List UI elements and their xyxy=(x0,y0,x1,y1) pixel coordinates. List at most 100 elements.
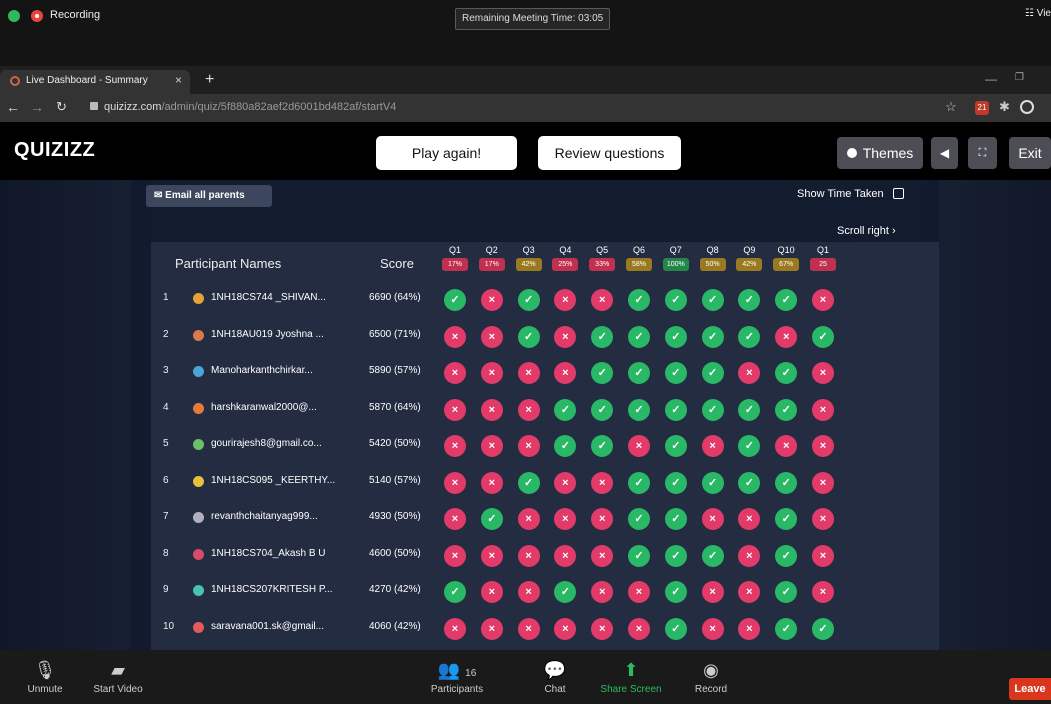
correct-check-icon[interactable]: ✓ xyxy=(664,435,687,457)
email-all-parents-button[interactable]: ✉ Email all parents xyxy=(146,185,272,207)
participant-row[interactable]: 1 1NH18CS744 _SHIVAN... 6690 (64%) ✓ × ✓ × × ✓ ✓ ✓… xyxy=(151,282,939,316)
incorrect-x-icon[interactable]: × xyxy=(812,544,834,567)
incorrect-x-icon[interactable]: × xyxy=(517,581,540,603)
incorrect-x-icon[interactable]: × xyxy=(554,544,577,567)
incorrect-x-icon[interactable]: × xyxy=(480,581,503,603)
incorrect-x-icon[interactable]: × xyxy=(775,325,798,348)
participant-row[interactable]: 3 Manoharkanthchirkar... 5890 (57%) × × × × ✓ ✓ ✓… xyxy=(151,355,939,389)
participant-row[interactable]: 8 1NH18CS704_Akash B U 4600 (50%) × × × × × ✓ ✓ ✓ ×… xyxy=(151,538,939,572)
incorrect-x-icon[interactable]: × xyxy=(591,289,614,311)
incorrect-x-icon[interactable]: × xyxy=(444,544,466,567)
exit-button[interactable]: Exit xyxy=(1009,137,1051,169)
correct-check-icon[interactable]: ✓ xyxy=(701,544,724,567)
fullscreen-icon[interactable]: ⛶ xyxy=(968,137,997,169)
incorrect-x-icon[interactable]: × xyxy=(517,398,540,421)
correct-check-icon[interactable]: ✓ xyxy=(775,289,798,311)
restore-icon[interactable]: ❐ xyxy=(1015,72,1024,83)
participant-row[interactable]: 7 revanthchaitanyag999... 4930 (50%) × ✓ × × × ✓… xyxy=(151,501,939,535)
incorrect-x-icon[interactable]: × xyxy=(554,362,577,384)
incorrect-x-icon[interactable]: × xyxy=(591,471,614,494)
incorrect-x-icon[interactable]: × xyxy=(738,544,761,567)
incorrect-x-icon[interactable]: × xyxy=(738,362,761,384)
play-again-button[interactable]: Play again! xyxy=(376,136,517,170)
correct-check-icon[interactable]: ✓ xyxy=(701,289,724,311)
correct-check-icon[interactable]: ✓ xyxy=(480,508,503,530)
incorrect-x-icon[interactable]: × xyxy=(480,362,503,384)
incorrect-x-icon[interactable]: × xyxy=(591,544,614,567)
extensions-puzzle-icon[interactable]: ✱ xyxy=(999,99,1010,115)
participant-row[interactable]: 6 1NH18CS095 _KEERTHY... 5140 (57%) × × ✓ × × ✓ ✓… xyxy=(151,465,939,499)
correct-check-icon[interactable]: ✓ xyxy=(664,581,687,603)
correct-check-icon[interactable]: ✓ xyxy=(517,325,540,348)
start-video-button[interactable]: ▰ Start Video xyxy=(88,656,148,695)
correct-check-icon[interactable]: ✓ xyxy=(554,398,577,421)
correct-check-icon[interactable]: ✓ xyxy=(664,471,687,494)
view-button[interactable]: ☷ Vie xyxy=(1025,8,1051,19)
incorrect-x-icon[interactable]: × xyxy=(554,325,577,348)
score-header[interactable]: Score xyxy=(380,256,414,271)
correct-check-icon[interactable]: ✓ xyxy=(664,617,687,640)
correct-check-icon[interactable]: ✓ xyxy=(628,471,650,494)
correct-check-icon[interactable]: ✓ xyxy=(591,325,614,348)
scroll-right-button[interactable]: Scroll right › xyxy=(837,225,896,237)
record-button[interactable]: ◉ Record xyxy=(688,656,734,695)
incorrect-x-icon[interactable]: × xyxy=(812,362,834,384)
incorrect-x-icon[interactable]: × xyxy=(480,435,503,457)
themes-button[interactable]: Themes xyxy=(837,137,923,169)
profile-icon[interactable] xyxy=(1020,100,1034,114)
correct-check-icon[interactable]: ✓ xyxy=(591,435,614,457)
participant-row[interactable]: 4 harshkaranwal2000@... 5870 (64%) × × × ✓ ✓ ✓ ✓ ✓… xyxy=(151,392,939,426)
incorrect-x-icon[interactable]: × xyxy=(591,617,614,640)
url-field[interactable]: quizizz.com/admin/quiz/5f880a82aef2d6001… xyxy=(104,101,396,113)
correct-check-icon[interactable]: ✓ xyxy=(664,289,687,311)
extension-badge-icon[interactable]: 21 xyxy=(975,101,989,115)
incorrect-x-icon[interactable]: × xyxy=(591,508,614,530)
incorrect-x-icon[interactable]: × xyxy=(480,471,503,494)
participants-button[interactable]: 👥 16 Participants xyxy=(425,656,489,695)
incorrect-x-icon[interactable]: × xyxy=(701,617,724,640)
correct-check-icon[interactable]: ✓ xyxy=(628,362,650,384)
incorrect-x-icon[interactable]: × xyxy=(628,617,650,640)
minimize-icon[interactable]: — xyxy=(985,72,997,86)
correct-check-icon[interactable]: ✓ xyxy=(444,289,466,311)
correct-check-icon[interactable]: ✓ xyxy=(517,289,540,311)
correct-check-icon[interactable]: ✓ xyxy=(664,544,687,567)
incorrect-x-icon[interactable]: × xyxy=(701,508,724,530)
correct-check-icon[interactable]: ✓ xyxy=(591,362,614,384)
browser-tab[interactable]: Live Dashboard - Summary × xyxy=(0,70,190,94)
correct-check-icon[interactable]: ✓ xyxy=(738,435,761,457)
speaker-icon[interactable]: ◀ xyxy=(931,137,958,169)
incorrect-x-icon[interactable]: × xyxy=(480,289,503,311)
incorrect-x-icon[interactable]: × xyxy=(517,508,540,530)
correct-check-icon[interactable]: ✓ xyxy=(775,544,798,567)
incorrect-x-icon[interactable]: × xyxy=(812,398,834,421)
correct-check-icon[interactable]: ✓ xyxy=(775,617,798,640)
incorrect-x-icon[interactable]: × xyxy=(554,617,577,640)
incorrect-x-icon[interactable]: × xyxy=(812,471,834,494)
correct-check-icon[interactable]: ✓ xyxy=(554,435,577,457)
review-questions-button[interactable]: Review questions xyxy=(538,136,681,170)
incorrect-x-icon[interactable]: × xyxy=(517,544,540,567)
incorrect-x-icon[interactable]: × xyxy=(775,435,798,457)
participant-row[interactable]: 2 1NH18AU019 Jyoshna ... 6500 (71%) × × ✓ × ✓ ✓ ✓… xyxy=(151,319,939,353)
bookmark-star-icon[interactable]: ☆ xyxy=(945,99,957,115)
tab-close-icon[interactable]: × xyxy=(175,73,182,87)
participant-row[interactable]: 5 gourirajesh8@gmail.co... 5420 (50%) × × × ✓ ✓… xyxy=(151,428,939,462)
back-arrow-icon[interactable]: ← xyxy=(6,99,20,115)
incorrect-x-icon[interactable]: × xyxy=(628,581,650,603)
correct-check-icon[interactable]: ✓ xyxy=(701,398,724,421)
correct-check-icon[interactable]: ✓ xyxy=(738,325,761,348)
share-screen-button[interactable]: ⬆ Share Screen xyxy=(592,656,670,695)
correct-check-icon[interactable]: ✓ xyxy=(775,508,798,530)
correct-check-icon[interactable]: ✓ xyxy=(812,325,834,348)
incorrect-x-icon[interactable]: × xyxy=(480,617,503,640)
incorrect-x-icon[interactable]: × xyxy=(480,544,503,567)
correct-check-icon[interactable]: ✓ xyxy=(701,325,724,348)
new-tab-button[interactable]: + xyxy=(205,71,214,89)
incorrect-x-icon[interactable]: × xyxy=(701,581,724,603)
correct-check-icon[interactable]: ✓ xyxy=(591,398,614,421)
lock-icon[interactable] xyxy=(90,102,98,110)
incorrect-x-icon[interactable]: × xyxy=(444,398,466,421)
correct-check-icon[interactable]: ✓ xyxy=(664,362,687,384)
incorrect-x-icon[interactable]: × xyxy=(480,398,503,421)
